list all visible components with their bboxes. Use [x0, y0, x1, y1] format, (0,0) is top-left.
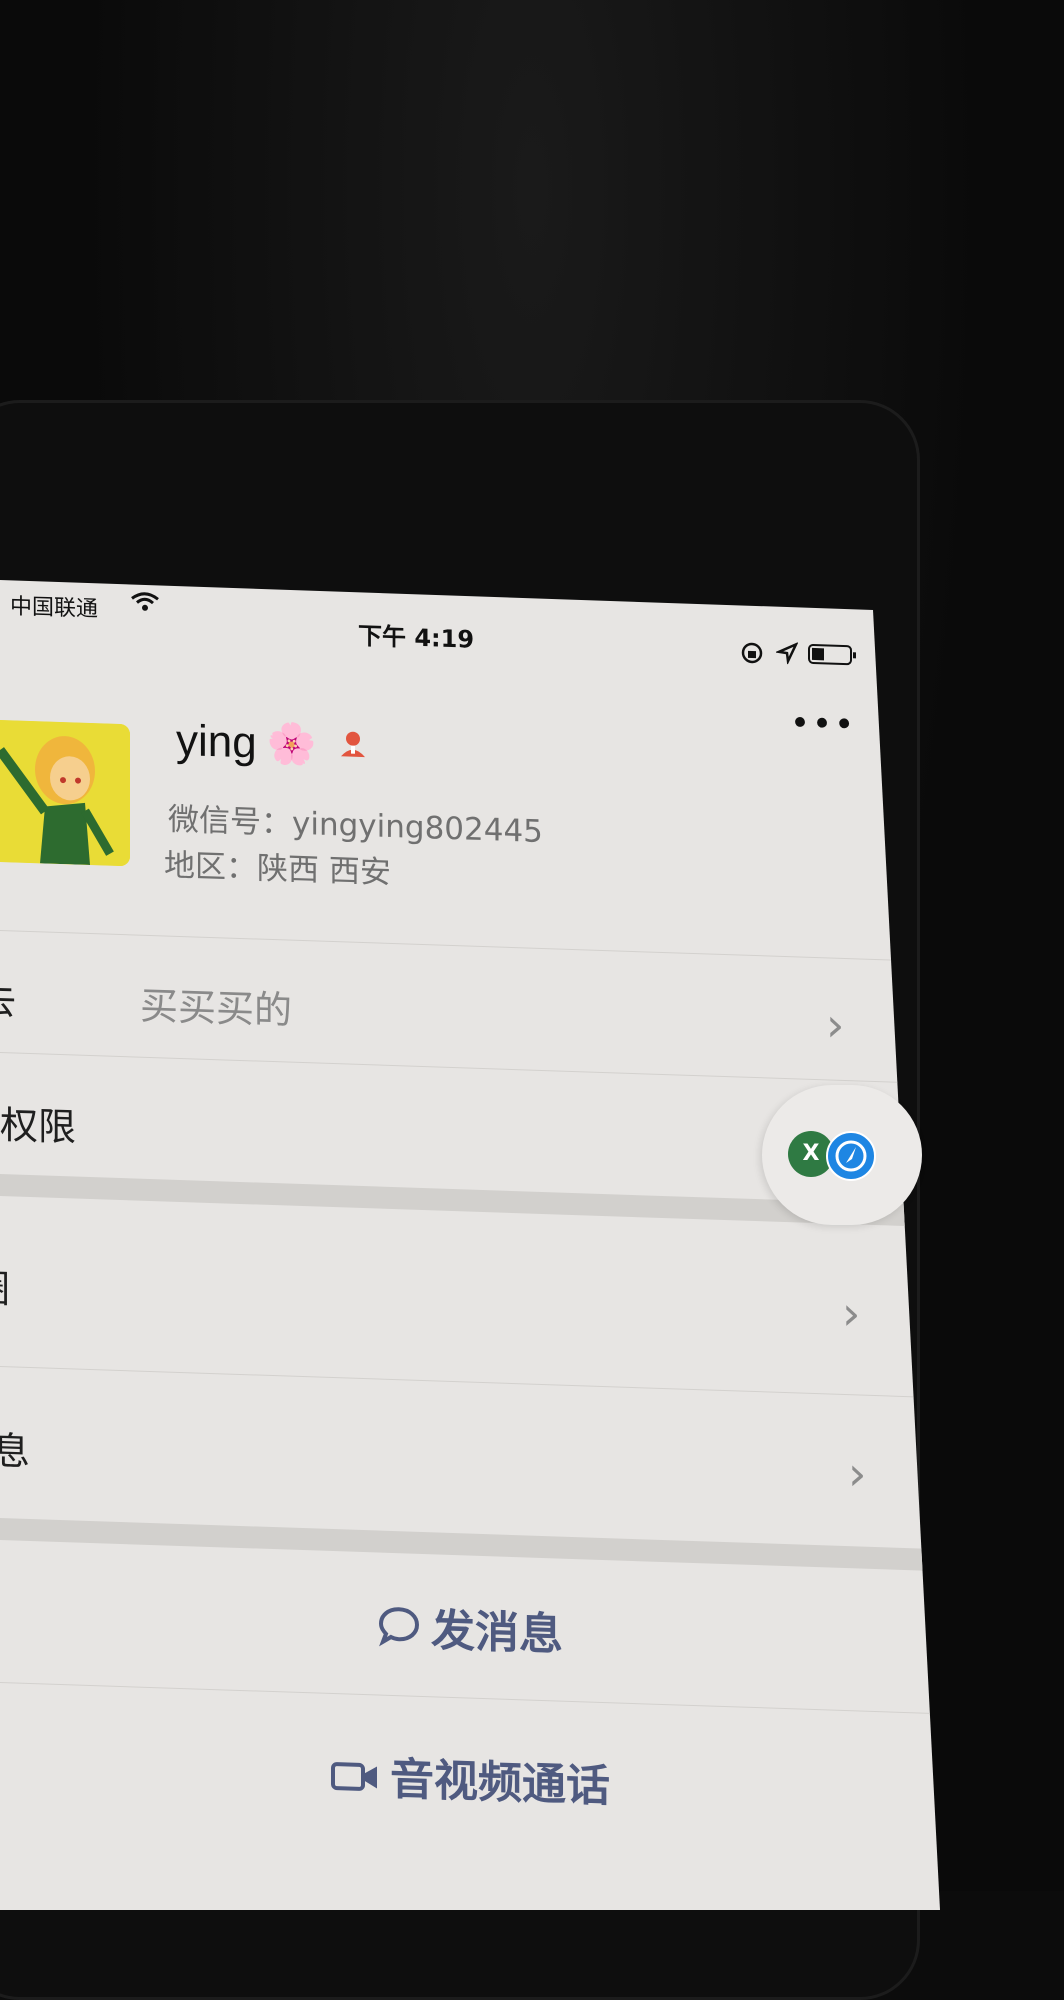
chat-bubble-icon: [377, 1604, 421, 1660]
chevron-right-icon: ›: [826, 997, 845, 1053]
more-info-label: 息: [0, 1428, 31, 1474]
video-camera-icon: [330, 1756, 380, 1809]
nickname: ying: [176, 715, 257, 768]
divider: [0, 1682, 940, 1715]
battery-icon: [808, 643, 858, 671]
status-clock: 下午 4:19: [358, 621, 475, 654]
screen-content: 中国联通 下午 4:19 ••• ying 🌸 微信号：yingying8024…: [0, 580, 940, 1910]
nickname-row: ying 🌸: [176, 716, 371, 772]
chevron-right-icon: ›: [848, 1446, 867, 1501]
flower-emoji: 🌸: [266, 720, 317, 769]
carrier-name: 中国联通: [10, 594, 99, 623]
avatar[interactable]: [0, 719, 130, 867]
region: 地区：陕西 西安: [164, 847, 391, 891]
video-call-label: 音视频通话: [390, 1753, 610, 1813]
remark-value: 买买买的: [140, 983, 293, 1033]
send-message-button[interactable]: 发消息: [0, 1580, 940, 1677]
floating-app-icon[interactable]: [826, 1131, 876, 1181]
moments-label: 圈: [0, 1266, 11, 1312]
remark-label: 去: [0, 978, 17, 1024]
gender-female-icon: [335, 726, 371, 767]
send-message-label: 发消息: [431, 1605, 563, 1661]
chevron-right-icon: ›: [842, 1285, 861, 1341]
permissions-label: 权限: [0, 1103, 77, 1150]
video-call-button[interactable]: 音视频通话: [0, 1730, 940, 1827]
moments-row[interactable]: 圈 ›: [0, 1196, 940, 1397]
location-arrow-icon: [774, 641, 799, 669]
phone-screen: 中国联通 下午 4:19 ••• ying 🌸 微信号：yingying8024…: [0, 580, 940, 1910]
floating-widget[interactable]: X: [762, 1085, 922, 1225]
more-options-icon[interactable]: •••: [790, 703, 856, 745]
wifi-icon: [130, 590, 160, 617]
rotation-lock-icon: [740, 641, 764, 670]
